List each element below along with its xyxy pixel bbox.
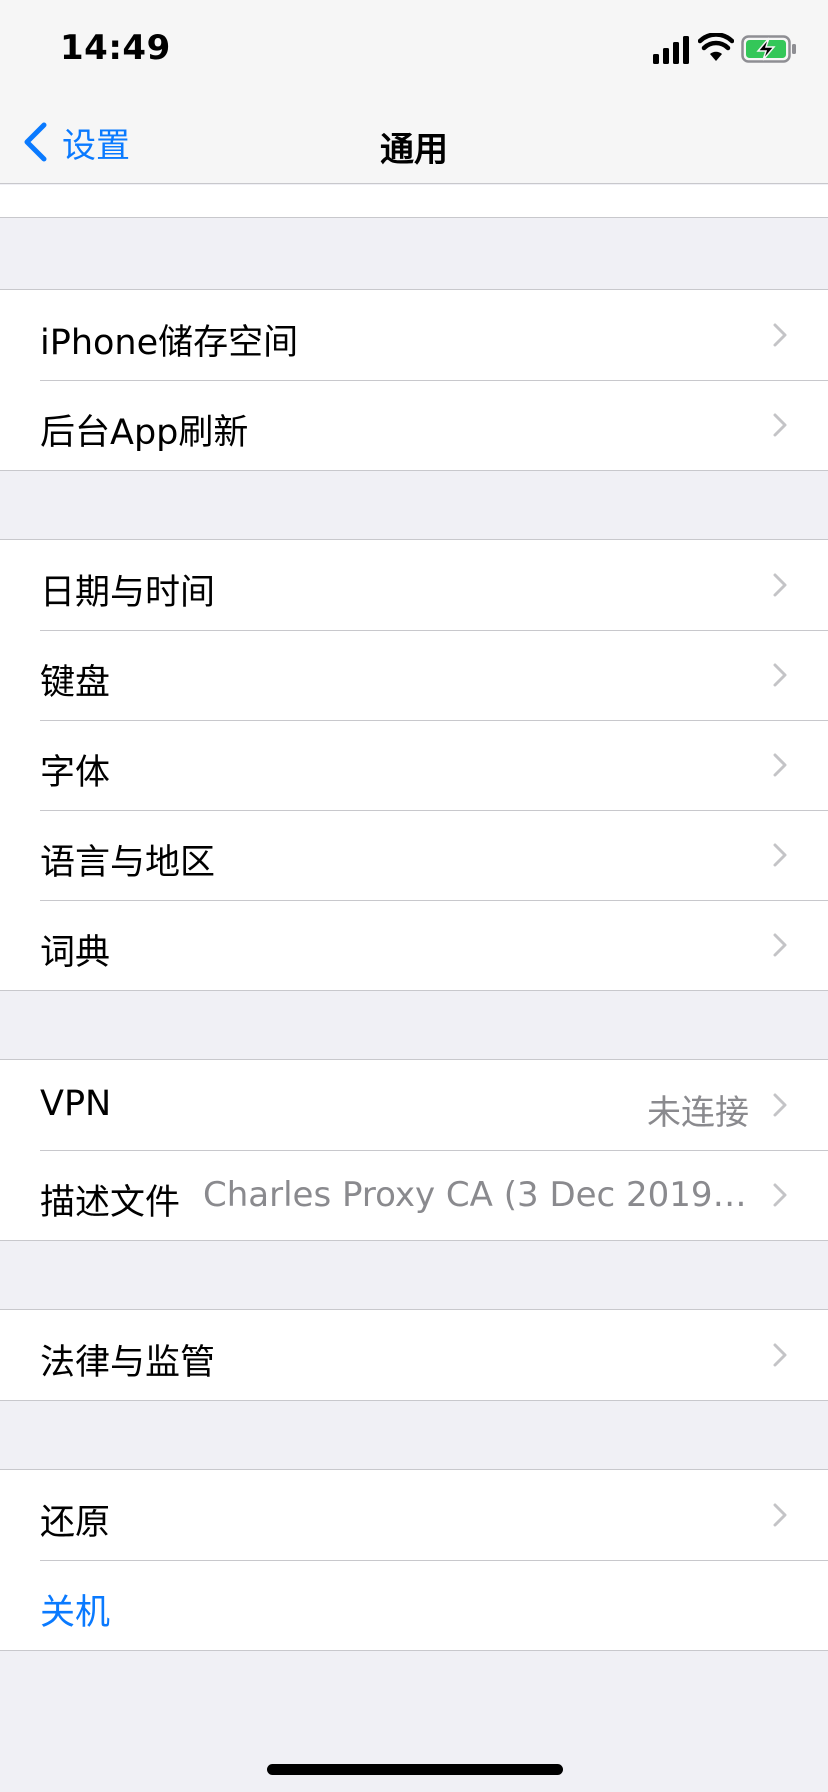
row-label: 词典 (40, 933, 111, 973)
status-bar: 14:49 (0, 0, 828, 100)
row-label: 日期与时间 (40, 573, 216, 613)
settings-group-storage: iPhone储存空间 后台App刷新 (0, 289, 828, 471)
chevron-right-icon (773, 573, 787, 597)
row-vpn[interactable]: VPN 未连接 (0, 1060, 828, 1150)
settings-group-legal: 法律与监管 (0, 1309, 828, 1401)
row-fonts[interactable]: 字体 (0, 720, 828, 810)
row-reset[interactable]: 还原 (0, 1470, 828, 1560)
page-title: 通用 (380, 130, 448, 170)
row-background-app-refresh[interactable]: 后台App刷新 (0, 380, 828, 470)
chevron-right-icon (773, 663, 787, 687)
row-label: 语言与地区 (40, 843, 216, 883)
row-language-region[interactable]: 语言与地区 (0, 810, 828, 900)
row-label: 后台App刷新 (40, 413, 249, 453)
settings-group-locale: 日期与时间 键盘 字体 语言与地区 词典 (0, 539, 828, 991)
row-label: 字体 (40, 753, 111, 793)
settings-general-screen: 14:49 设置 通用 NFC (0, 0, 828, 1792)
chevron-right-icon (773, 1093, 787, 1117)
signal-icon (653, 36, 689, 64)
status-time: 14:49 (60, 28, 171, 68)
vpn-status-value: 未连接 (647, 1093, 749, 1133)
wifi-icon (698, 33, 734, 61)
chevron-right-icon (773, 413, 787, 437)
chevron-right-icon (773, 933, 787, 957)
settings-group-reset: 还原 关机 (0, 1469, 828, 1651)
clipped-row-nfc[interactable]: NFC (0, 185, 828, 218)
chevron-right-icon (773, 1183, 787, 1207)
chevron-right-icon (773, 1503, 787, 1527)
chevron-right-icon (773, 753, 787, 777)
navigation-bar: 设置 通用 (0, 100, 828, 184)
row-legal-regulatory[interactable]: 法律与监管 (0, 1310, 828, 1400)
row-date-time[interactable]: 日期与时间 (0, 540, 828, 630)
row-label: NFC (40, 185, 111, 193)
row-label: 键盘 (40, 663, 111, 703)
shut-down-label: 关机 (40, 1593, 111, 1633)
row-label: 还原 (40, 1503, 111, 1543)
row-label: 描述文件 (40, 1183, 181, 1223)
row-shut-down[interactable]: 关机 (0, 1560, 828, 1650)
row-label: iPhone储存空间 (40, 323, 299, 363)
chevron-right-icon (773, 1343, 787, 1367)
battery-charging-icon (741, 35, 796, 63)
row-label: VPN (40, 1084, 112, 1124)
settings-group-network: VPN 未连接 描述文件 Charles Proxy CA (3 Dec 201… (0, 1059, 828, 1241)
row-iphone-storage[interactable]: iPhone储存空间 (0, 290, 828, 380)
row-dictionary[interactable]: 词典 (0, 900, 828, 990)
row-keyboard[interactable]: 键盘 (0, 630, 828, 720)
chevron-right-icon (773, 843, 787, 867)
profile-value: Charles Proxy CA (3 Dec 2019, loc... (203, 1175, 749, 1215)
home-indicator[interactable] (267, 1764, 563, 1775)
chevron-right-icon (773, 323, 787, 347)
row-label: 法律与监管 (40, 1343, 216, 1383)
row-profiles[interactable]: 描述文件 Charles Proxy CA (3 Dec 2019, loc..… (0, 1150, 828, 1240)
